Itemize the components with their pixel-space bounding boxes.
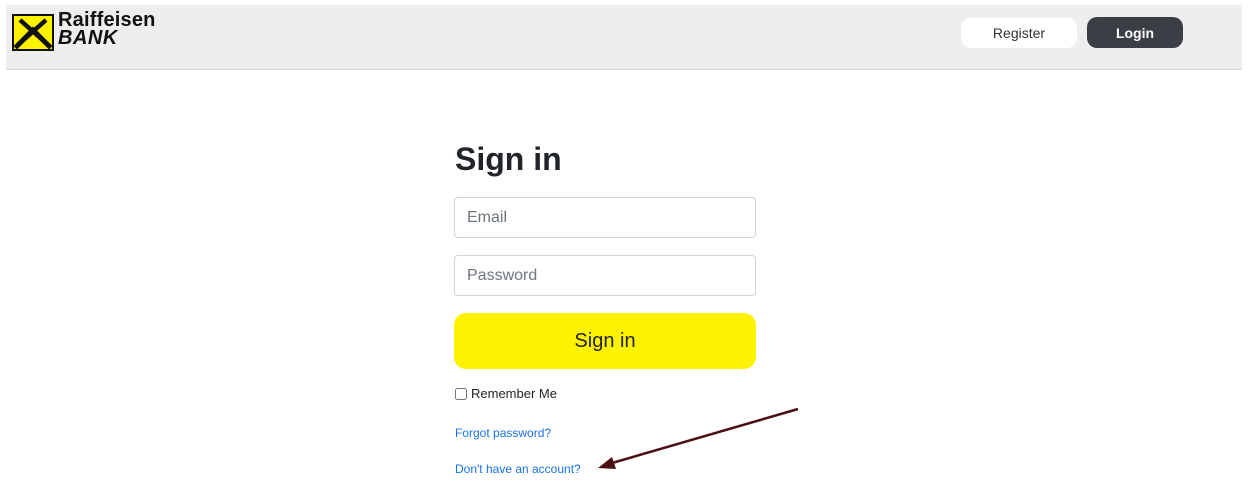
brand-wordmark: Raiffeisen BANK [58, 10, 156, 49]
top-nav: Raiffeisen BANK Register Login [0, 0, 1254, 70]
forgot-password-link[interactable]: Forgot password? [455, 426, 551, 440]
signup-link[interactable]: Don't have an account? [455, 462, 581, 476]
brand-sub: BANK [58, 27, 118, 49]
email-field[interactable] [454, 197, 756, 238]
login-button[interactable]: Login [1087, 17, 1183, 48]
gable-cross-icon [12, 14, 54, 51]
remember-me-label: Remember Me [471, 386, 557, 401]
password-field[interactable] [454, 255, 756, 296]
remember-me[interactable]: Remember Me [455, 386, 557, 401]
sign-in-button[interactable]: Sign in [454, 313, 756, 369]
brand-logo[interactable]: Raiffeisen BANK [12, 10, 156, 55]
page: Raiffeisen BANK Register Login Sign in S… [0, 0, 1254, 481]
register-button[interactable]: Register [961, 18, 1077, 48]
nav-bar: Raiffeisen BANK Register Login [6, 5, 1242, 70]
remember-me-checkbox[interactable] [455, 387, 467, 400]
page-title: Sign in [455, 141, 562, 177]
arrow-annotation-icon [598, 407, 799, 469]
